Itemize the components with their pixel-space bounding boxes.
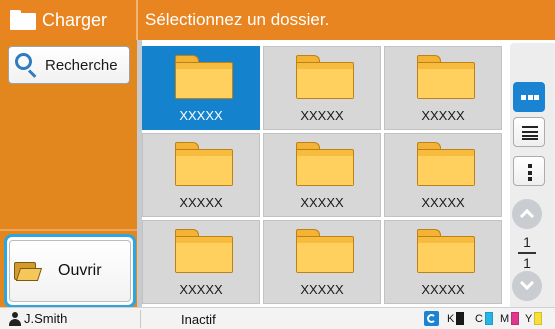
more-menu-button[interactable] xyxy=(513,156,545,186)
search-button[interactable]: Recherche xyxy=(8,46,130,84)
page-down-button[interactable] xyxy=(512,271,542,301)
page-fraction-bar xyxy=(518,252,536,254)
header-bar: Charger Sélectionnez un dossier. xyxy=(0,0,555,40)
folder-tile[interactable]: XXXXX xyxy=(384,133,502,217)
user-name: J.Smith xyxy=(24,311,68,326)
folder-icon xyxy=(10,10,36,30)
folder-icon xyxy=(296,229,354,273)
search-icon xyxy=(15,53,39,78)
folder-icon xyxy=(175,229,233,273)
ink-swatch xyxy=(456,312,465,325)
folder-tile[interactable]: XXXXX xyxy=(263,46,381,130)
thumbnail-view-button[interactable] xyxy=(513,82,545,112)
folder-icon xyxy=(175,55,233,99)
machine-status: Inactif xyxy=(181,312,216,327)
page-up-button[interactable] xyxy=(512,199,542,229)
folder-tile[interactable]: XXXXX xyxy=(384,46,502,130)
ink-letter: Y xyxy=(525,312,533,325)
folder-tile[interactable]: XXXXX xyxy=(142,46,260,130)
ink-letter: C xyxy=(475,312,483,325)
user-indicator[interactable]: J.Smith xyxy=(8,311,67,326)
ink-swatch xyxy=(511,312,520,325)
status-divider xyxy=(140,310,141,328)
load-folder-screen: Charger Sélectionnez un dossier. Recherc… xyxy=(0,0,555,329)
folder-icon xyxy=(417,229,475,273)
ink-letter: K xyxy=(447,312,455,325)
ink-level-k: K xyxy=(447,312,465,325)
folder-name: XXXXX xyxy=(179,108,223,123)
folder-icon xyxy=(296,55,354,99)
folder-icon xyxy=(296,142,354,186)
page-title: Charger xyxy=(42,9,108,30)
folder-name: XXXXX xyxy=(421,108,465,123)
ink-swatch xyxy=(484,312,493,325)
header-title-area: Charger xyxy=(0,0,136,40)
open-button[interactable]: Ouvrir xyxy=(9,240,131,302)
folder-tile[interactable]: XXXXX xyxy=(384,220,502,304)
thumbnail-view-icon xyxy=(521,95,539,100)
folder-name: XXXXX xyxy=(300,282,344,297)
ink-swatch xyxy=(534,312,543,325)
folder-tile[interactable]: XXXXX xyxy=(263,133,381,217)
folder-tile[interactable]: XXXXX xyxy=(142,133,260,217)
folder-icon xyxy=(417,142,475,186)
open-button-label: Ouvrir xyxy=(58,262,102,279)
ink-level-m: M xyxy=(500,312,520,325)
folder-name: XXXXX xyxy=(179,282,223,297)
header-divider xyxy=(136,0,138,40)
folder-name: XXXXX xyxy=(421,195,465,210)
current-page: 1 xyxy=(523,234,531,250)
folder-name: XXXXX xyxy=(300,108,344,123)
folder-tile[interactable]: XXXXX xyxy=(142,220,260,304)
chevron-up-icon xyxy=(519,208,535,224)
folder-name: XXXXX xyxy=(179,195,223,210)
more-menu-icon xyxy=(528,164,532,181)
list-view-button[interactable] xyxy=(513,117,545,147)
user-icon xyxy=(8,311,22,326)
folder-icon xyxy=(417,55,475,99)
status-bar: J.Smith Inactif K C M Y xyxy=(0,307,555,329)
chevron-down-icon xyxy=(519,275,535,291)
sidebar-divider xyxy=(0,229,137,231)
search-button-label: Recherche xyxy=(45,56,118,74)
open-folder-icon xyxy=(14,260,43,282)
ink-letter: M xyxy=(500,312,510,325)
list-view-icon xyxy=(522,126,538,140)
ink-level-y: Y xyxy=(525,312,543,325)
ink-level-c: C xyxy=(475,312,493,325)
total-pages: 1 xyxy=(523,255,531,271)
instruction-message: Sélectionnez un dossier. xyxy=(145,10,330,29)
ink-refresh-icon[interactable] xyxy=(424,311,439,326)
folder-tile[interactable]: XXXXX xyxy=(263,220,381,304)
folder-icon xyxy=(175,142,233,186)
folder-name: XXXXX xyxy=(300,195,344,210)
folder-name: XXXXX xyxy=(421,282,465,297)
